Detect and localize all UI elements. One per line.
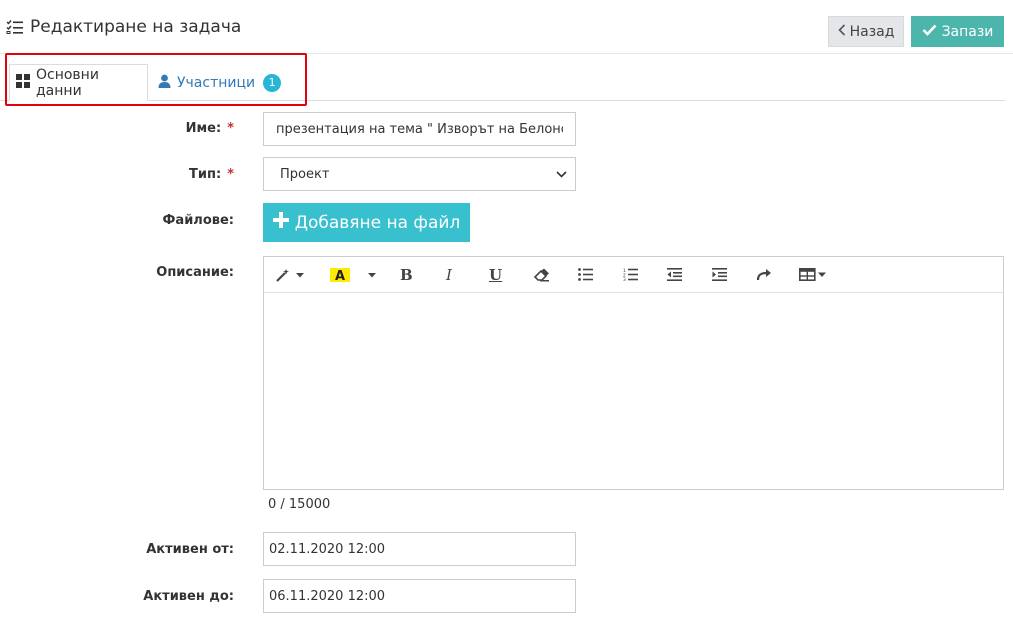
type-select[interactable]: Проект [263, 157, 576, 191]
editor-toolbar: A B I U 1 2 3 [264, 257, 1003, 293]
page-title: Редактиране на задача [6, 17, 241, 37]
grid-icon [16, 73, 30, 92]
ordered-list-icon[interactable]: 1 2 3 [623, 257, 638, 292]
save-button[interactable]: Запази [911, 16, 1004, 47]
check-icon [922, 24, 937, 40]
user-icon [158, 74, 171, 92]
magic-wand-icon[interactable] [276, 257, 306, 292]
description-editor: A B I U 1 2 3 [263, 256, 1004, 490]
outdent-icon[interactable] [667, 257, 682, 292]
tab-basic-data-label: Основни данни [36, 66, 99, 99]
name-input[interactable] [263, 112, 576, 146]
type-label: Тип: * [189, 167, 234, 182]
page-header: Редактиране на задача Назад Запази [0, 0, 1013, 54]
back-button[interactable]: Назад [828, 16, 904, 47]
text-highlight-icon[interactable]: A [330, 257, 380, 292]
character-counter: 0 / 15000 [268, 497, 331, 512]
svg-text:3: 3 [623, 277, 626, 281]
tab-participants[interactable]: Участници 1 [158, 64, 282, 101]
italic-icon[interactable]: I [446, 257, 452, 292]
task-list-icon [6, 19, 24, 35]
active-to-label: Активен до: [143, 589, 234, 604]
back-button-label: Назад [849, 23, 895, 40]
svg-text:A: A [335, 269, 345, 283]
participants-count-badge: 1 [263, 73, 282, 92]
active-from-label: Активен от: [146, 542, 234, 557]
chevron-left-icon [837, 23, 846, 40]
table-icon[interactable] [799, 257, 829, 292]
type-select-value: Проект [280, 166, 330, 182]
editor-content-area[interactable] [264, 293, 1003, 490]
required-marker: * [227, 167, 234, 182]
add-file-button-label: Добавяне на файл [294, 212, 461, 233]
indent-icon[interactable] [712, 257, 727, 292]
files-label: Файлове: [162, 213, 234, 228]
page-title-text: Редактиране на задача [30, 17, 242, 37]
plus-icon [272, 212, 289, 233]
save-button-label: Запази [941, 23, 994, 40]
description-label: Описание: [156, 265, 234, 280]
tab-participants-label: Участници [177, 74, 256, 91]
chevron-down-icon [556, 167, 567, 182]
add-file-button[interactable]: Добавяне на файл [263, 203, 470, 242]
bold-icon[interactable]: B [400, 257, 413, 292]
tab-bar: Основни данни Участници 1 [0, 54, 1005, 101]
underline-icon[interactable]: U [489, 257, 502, 292]
unordered-list-icon[interactable] [578, 257, 593, 292]
active-from-input[interactable] [263, 532, 576, 566]
tab-basic-data[interactable]: Основни данни [9, 64, 148, 101]
name-label: Име: * [185, 121, 234, 136]
required-marker: * [227, 121, 234, 136]
redo-icon[interactable] [756, 257, 772, 292]
active-to-input[interactable] [263, 579, 576, 613]
eraser-icon[interactable] [534, 257, 550, 292]
